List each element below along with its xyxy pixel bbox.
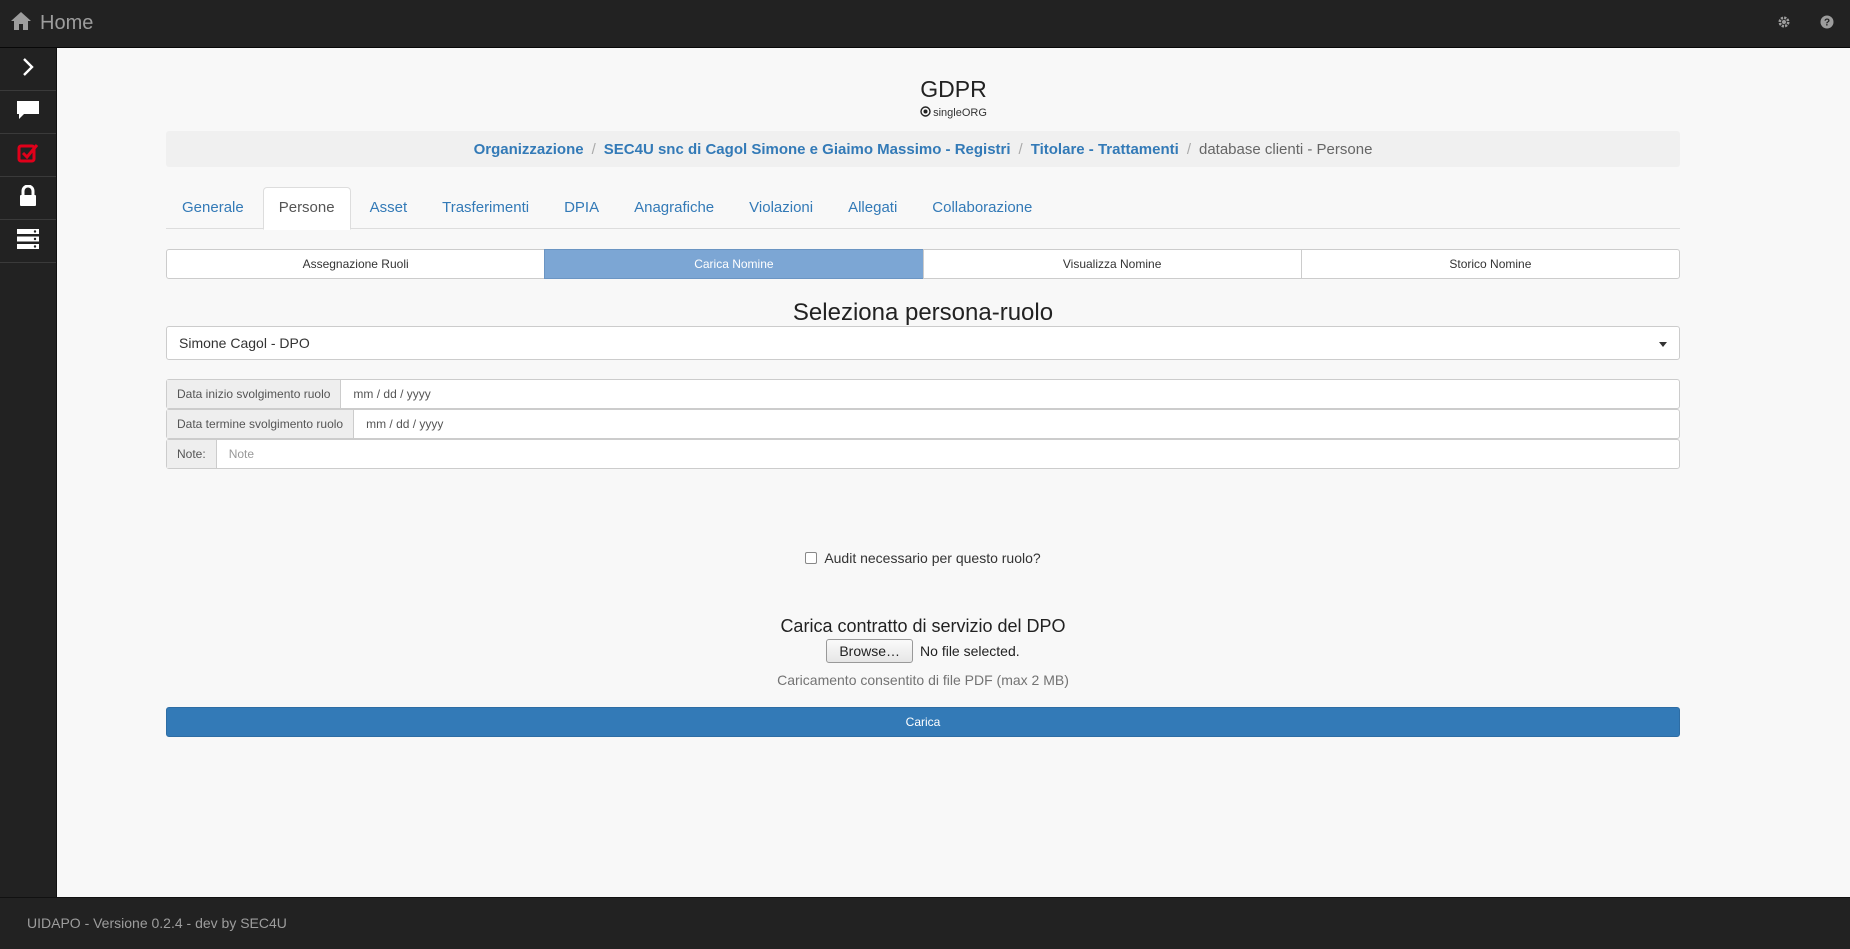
home-link[interactable]: Home (10, 10, 93, 36)
tab-dpia[interactable]: DPIA (548, 187, 615, 229)
breadcrumb-trattamenti[interactable]: Titolare - Trattamenti (1031, 141, 1179, 158)
sidebar (0, 48, 57, 897)
note-label: Note: (167, 440, 217, 468)
sidebar-item-servers[interactable] (0, 220, 56, 263)
note-group: Note: Note (166, 439, 1680, 469)
audit-checkbox-row: Audit necessario per questo ruolo? (166, 550, 1680, 566)
file-status: No file selected. (920, 643, 1020, 659)
chevron-right-icon (21, 57, 35, 82)
footer-text: UIDAPO - Versione 0.2.4 - dev by SEC4U (27, 915, 287, 931)
start-date-label: Data inizio svolgimento ruolo (167, 380, 342, 408)
server-icon (16, 228, 40, 255)
breadcrumb-registri[interactable]: SEC4U snc di Cagol Simone e Giaimo Massi… (604, 141, 1011, 158)
sidebar-item-security[interactable] (0, 177, 56, 220)
home-label: Home (40, 12, 94, 34)
end-date-group: Data termine svolgimento ruolo mm / dd /… (166, 409, 1680, 439)
subtabs: Assegnazione Ruoli Carica Nomine Visuali… (166, 249, 1680, 279)
end-date-label: Data termine svolgimento ruolo (167, 410, 355, 438)
subtab-storico-nomine[interactable]: Storico Nomine (1300, 249, 1680, 279)
breadcrumb-organizzazione[interactable]: Organizzazione (474, 141, 584, 158)
tab-asset[interactable]: Asset (354, 187, 424, 229)
sidebar-item-messages[interactable] (0, 91, 56, 134)
file-upload-row: Browse… No file selected. (166, 639, 1680, 663)
subtab-carica-nomine[interactable]: Carica Nomine (544, 249, 924, 279)
subtab-assegnazione-ruoli[interactable]: Assegnazione Ruoli (166, 249, 546, 279)
chat-icon (16, 100, 40, 125)
lock-icon (18, 184, 38, 212)
tab-generale[interactable]: Generale (166, 187, 260, 229)
note-input[interactable]: Note (217, 440, 1679, 468)
top-navbar: Home ? (0, 0, 1850, 48)
footer: UIDAPO - Versione 0.2.4 - dev by SEC4U (0, 897, 1850, 949)
audit-checkbox[interactable] (805, 552, 818, 564)
checkbox-icon (17, 142, 39, 169)
breadcrumb-current: database clienti - Persone (1198, 140, 1373, 158)
section-title: Seleziona persona-ruolo (792, 299, 1054, 326)
person-role-select[interactable]: Simone Cagol - DPO (166, 326, 1680, 360)
main-content: GDPR singleORG Organizzazione / SEC4U sn… (57, 48, 1850, 897)
tab-allegati[interactable]: Allegati (832, 187, 913, 229)
tab-trasferimenti[interactable]: Trasferimenti (426, 187, 545, 229)
tab-anagrafiche[interactable]: Anagrafiche (618, 187, 730, 229)
tab-persone[interactable]: Persone (262, 187, 351, 230)
page-subtitle: singleORG (57, 106, 1850, 120)
breadcrumb-separator: / (591, 140, 596, 158)
breadcrumb-separator: / (1186, 140, 1191, 158)
browse-button[interactable]: Browse… (826, 639, 914, 663)
end-date-input[interactable]: mm / dd / yyyy (354, 410, 1679, 438)
tab-collaborazione[interactable]: Collaborazione (916, 187, 1048, 229)
select-value: Simone Cagol - DPO (179, 335, 310, 351)
help-icon[interactable]: ? (1818, 13, 1836, 31)
caret-down-icon (1659, 342, 1667, 347)
start-date-input[interactable]: mm / dd / yyyy (341, 380, 1679, 408)
start-date-group: Data inizio svolgimento ruolo mm / dd / … (166, 379, 1680, 409)
page-title: GDPR (920, 76, 987, 102)
radio-dot-icon (920, 106, 931, 120)
gear-icon[interactable] (1775, 13, 1793, 31)
upload-title: Carica contratto di servizio del DPO (780, 616, 1066, 636)
audit-label: Audit necessario per questo ruolo? (824, 550, 1041, 566)
tab-violazioni[interactable]: Violazioni (733, 187, 829, 229)
breadcrumb: Organizzazione / SEC4U snc di Cagol Simo… (166, 131, 1680, 167)
breadcrumb-separator: / (1018, 140, 1023, 158)
sidebar-toggle[interactable] (0, 48, 56, 91)
sidebar-item-tasks[interactable] (0, 134, 56, 177)
carica-button[interactable]: Carica (166, 707, 1680, 737)
subtab-visualizza-nomine[interactable]: Visualizza Nomine (922, 249, 1302, 279)
subtitle-text: singleORG (933, 107, 987, 119)
home-icon (10, 11, 32, 36)
main-tabs: Generale Persone Asset Trasferimenti DPI… (166, 187, 1680, 230)
svg-text:?: ? (1824, 18, 1830, 29)
upload-help-text: Caricamento consentito di file PDF (max … (777, 672, 1069, 688)
